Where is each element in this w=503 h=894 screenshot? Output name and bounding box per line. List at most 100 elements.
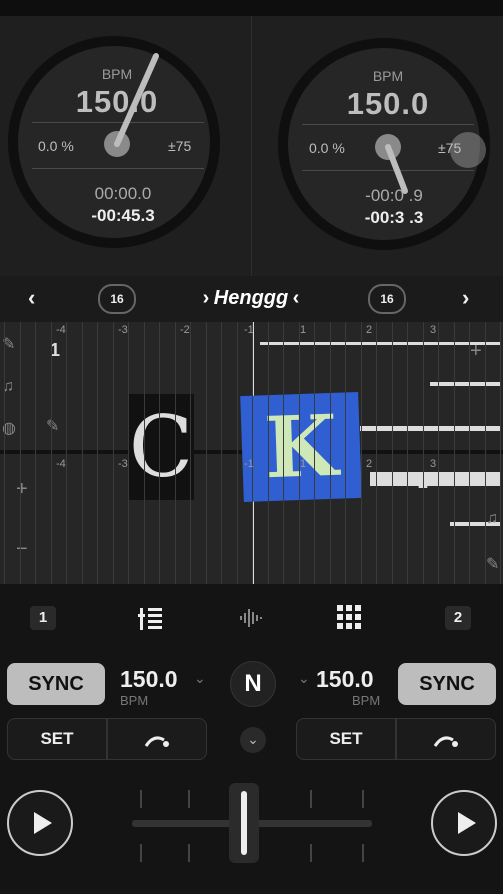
grid-line <box>314 322 315 584</box>
sync-button-right[interactable]: SYNC <box>398 663 496 705</box>
crossfader-handle[interactable] <box>229 783 259 863</box>
beat-number: -3 <box>118 458 128 470</box>
tick <box>362 790 364 808</box>
beat-number: 2 <box>366 324 373 336</box>
grid-line <box>97 322 98 584</box>
grid-line <box>66 322 67 584</box>
remaining-time-right: -00:3 .3 <box>364 208 424 227</box>
beat-number: -1 <box>244 324 254 336</box>
grid-line <box>128 322 129 584</box>
track-title: Henggg <box>213 287 289 309</box>
grid-line <box>407 322 408 584</box>
beat-number: -3 <box>118 324 128 336</box>
beat-number: 3 <box>430 324 437 336</box>
cue-jump-icon <box>144 736 169 747</box>
remaining-time-left: -00:45.3 <box>91 206 155 225</box>
elapsed-time-right: -00:0 .9 <box>365 186 423 205</box>
grid-line <box>330 322 331 584</box>
grid-line <box>113 322 114 584</box>
prev-track-button[interactable]: ‹ <box>28 285 35 311</box>
beat-number: 2 <box>366 458 373 470</box>
deck-2-badge[interactable]: 2 <box>445 606 471 630</box>
deck-right: BPM 150.0 0.0 % ±75 -00:0 .9 -00:3 .3 <box>252 16 503 276</box>
grid-line <box>438 322 439 584</box>
grid-line <box>190 322 191 584</box>
elapsed-time-left: 00:00.0 <box>94 184 152 203</box>
grid-line <box>221 322 222 584</box>
bpm-readout-left[interactable]: 150.0 <box>120 666 178 693</box>
grid-line <box>51 322 52 584</box>
chevron-left-icon: ‹ <box>292 287 300 309</box>
chevron-down-icon[interactable]: ⌄ <box>194 670 206 687</box>
set-cue-button-right[interactable]: SET <box>296 718 396 760</box>
instrument-right-icon[interactable]: ♫ <box>486 510 498 528</box>
jump-cue-button-right[interactable] <box>396 718 496 760</box>
grid-line <box>345 322 346 584</box>
zoom-in-icon[interactable]: + <box>16 478 28 501</box>
pencil-right-icon[interactable]: ✎ <box>486 554 499 574</box>
letter-k: K <box>240 391 362 503</box>
mixer-icon[interactable] <box>138 604 168 632</box>
grid-line <box>500 322 501 584</box>
grid-line <box>206 322 207 584</box>
deck-1-badge[interactable]: 1 <box>30 606 56 630</box>
chevron-down-icon[interactable]: ⌄ <box>298 670 310 687</box>
play-icon <box>34 812 52 834</box>
tick <box>310 790 312 808</box>
track-title-group[interactable]: › Henggg ‹ <box>176 287 326 310</box>
next-track-button[interactable]: › <box>462 285 469 311</box>
grid-line <box>454 322 455 584</box>
tick <box>140 790 142 808</box>
grid-line <box>35 322 36 584</box>
beat-number: 1 <box>300 458 307 470</box>
touch-indicator <box>450 132 486 168</box>
app-logo-button[interactable]: N <box>230 661 276 707</box>
grid-line <box>82 322 83 584</box>
grid-line <box>361 322 362 584</box>
sync-button-left[interactable]: SYNC <box>7 663 105 705</box>
tick <box>188 844 190 862</box>
waveform-view[interactable]: C K 1 2 ✎ ♫ ◍ ✎ + − + ♫ ✎ -4-3-2-1123-4-… <box>0 322 503 584</box>
zoom-out-icon[interactable]: − <box>16 538 28 561</box>
beat-number: 3 <box>430 458 437 470</box>
grid-line <box>268 322 269 584</box>
mode-bar: 1 2 <box>0 590 503 646</box>
expand-chevron-icon[interactable]: ⌄ <box>240 727 266 753</box>
loop-button-right[interactable]: 16 <box>368 284 406 314</box>
bpm-unit-left: BPM <box>120 693 149 708</box>
beat-number: -1 <box>244 458 254 470</box>
deck-left: BPM 150.0 0.0 % ±75 00:00.0 -00:45.3 <box>0 16 251 276</box>
play-icon <box>458 812 476 834</box>
grid-line <box>376 322 377 584</box>
zoom-in-right-icon[interactable]: + <box>470 340 482 363</box>
status-bar <box>0 0 503 16</box>
set-cue-button-left[interactable]: SET <box>7 718 107 760</box>
tick <box>362 844 364 862</box>
platter-needle-left <box>114 53 159 147</box>
pads-grid-icon[interactable] <box>336 604 362 630</box>
beat-number: -4 <box>56 324 66 336</box>
pencil-icon[interactable]: ✎ <box>46 416 59 436</box>
grid-line <box>252 322 253 584</box>
grid-line <box>144 322 145 584</box>
loop-button-left[interactable]: 16 <box>98 284 136 314</box>
bpm-readout-right[interactable]: 150.0 <box>316 666 374 693</box>
jump-cue-button-left[interactable] <box>107 718 207 760</box>
bpm-unit-right: BPM <box>352 693 381 708</box>
tick <box>140 844 142 862</box>
grid-line <box>237 322 238 584</box>
waveform-icon[interactable] <box>238 606 266 630</box>
grid-line <box>175 322 176 584</box>
grid-line <box>299 322 300 584</box>
chevron-right-icon: › <box>202 287 210 309</box>
grid-line <box>283 322 284 584</box>
grid-line <box>469 322 470 584</box>
letter-c: C <box>128 394 194 500</box>
grid-line <box>423 322 424 584</box>
grid-line <box>159 322 160 584</box>
play-button-right[interactable] <box>431 790 497 856</box>
play-button-left[interactable] <box>7 790 73 856</box>
grid-line <box>20 322 21 584</box>
grid-line <box>485 322 486 584</box>
tick <box>310 844 312 862</box>
